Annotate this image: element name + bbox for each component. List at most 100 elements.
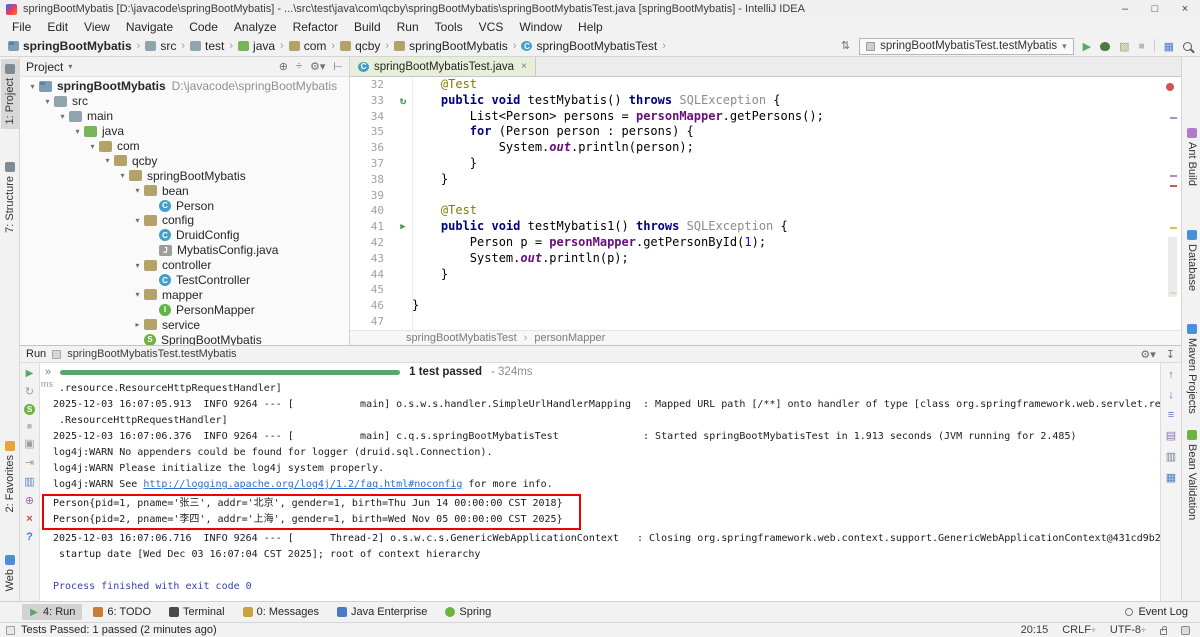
- tree-item-mybatisconfig-java[interactable]: J MybatisConfig.java: [20, 243, 349, 258]
- editor-crumb-member[interactable]: personMapper: [534, 332, 605, 344]
- exit-icon[interactable]: ⇥: [25, 456, 34, 469]
- code-area[interactable]: 32 @Test 33 ↻ public void testMybatis() th…: [350, 77, 1181, 330]
- breadcrumb-springbootmybatistest[interactable]: CspringBootMybatisTest: [521, 39, 657, 53]
- encoding-select[interactable]: UTF-8÷: [1110, 624, 1146, 636]
- menu-item-view[interactable]: View: [76, 18, 118, 36]
- menu-item-help[interactable]: Help: [570, 18, 611, 36]
- toolwindow-toggle-icon[interactable]: [6, 625, 15, 635]
- caret-position[interactable]: 20:15: [1021, 624, 1049, 636]
- tree-item-druidconfig[interactable]: C DruidConfig: [20, 228, 349, 243]
- menu-item-tools[interactable]: Tools: [427, 18, 471, 36]
- menu-item-run[interactable]: Run: [389, 18, 427, 36]
- gear-icon[interactable]: ⚙▾: [310, 60, 325, 73]
- tree-collapse-icon[interactable]: ▾: [86, 142, 99, 151]
- debug-button[interactable]: [1100, 41, 1111, 51]
- code-line-46[interactable]: 46}: [350, 298, 1181, 314]
- stripe-button-maven-projects[interactable]: Maven Projects: [1183, 319, 1200, 419]
- tree-collapse-icon[interactable]: ▾: [131, 216, 144, 225]
- stop-button[interactable]: ■: [27, 421, 32, 431]
- pin-icon[interactable]: ⊕: [25, 494, 34, 507]
- collapse-all-icon[interactable]: ÷: [296, 60, 302, 73]
- menu-item-window[interactable]: Window: [511, 18, 570, 36]
- maximize-button[interactable]: □: [1140, 0, 1170, 18]
- tree-item-testcontroller[interactable]: C TestController: [20, 273, 349, 288]
- menu-item-refactor[interactable]: Refactor: [285, 18, 346, 36]
- stripe-button-ant-build[interactable]: Ant Build: [1183, 123, 1200, 191]
- run-tab-title[interactable]: springBootMybatisTest.testMybatis: [67, 348, 236, 360]
- close-icon[interactable]: ×: [26, 513, 32, 525]
- toolwindow-button-java-enterprise[interactable]: Java Enterprise: [330, 604, 434, 620]
- menu-item-navigate[interactable]: Navigate: [118, 18, 181, 36]
- breadcrumb-test[interactable]: test: [190, 39, 224, 53]
- tree-item-main[interactable]: ▾ main: [20, 109, 349, 124]
- code-line-32[interactable]: 32 @Test: [350, 77, 1181, 93]
- rerun-button[interactable]: ▶: [26, 368, 34, 379]
- scrollbar-thumb[interactable]: [1168, 237, 1177, 297]
- tree-item-config[interactable]: ▾ config: [20, 213, 349, 228]
- code-line-41[interactable]: 41 ▶ public void testMybatis1() throws SQ…: [350, 219, 1181, 235]
- hide-panel-icon[interactable]: ↧: [1166, 348, 1175, 361]
- file-errors-indicator[interactable]: [1166, 83, 1174, 91]
- menu-item-file[interactable]: File: [4, 18, 39, 36]
- tree-collapse-icon[interactable]: ▾: [101, 156, 114, 165]
- line-separator-select[interactable]: CRLF÷: [1062, 624, 1096, 636]
- stripe-button-web[interactable]: Web: [1, 550, 19, 596]
- tree-collapse-icon[interactable]: ▾: [41, 97, 54, 106]
- stop-button[interactable]: ■: [1139, 41, 1145, 52]
- menu-item-edit[interactable]: Edit: [39, 18, 76, 36]
- log4j-faq-link[interactable]: http://logging.apache.org/log4j/1.2/faq.…: [143, 479, 462, 490]
- breadcrumb-src[interactable]: src: [145, 39, 176, 53]
- toolwindow-button-spring[interactable]: Spring: [438, 604, 498, 620]
- coverage-button[interactable]: ▨: [1119, 40, 1129, 53]
- run-test-gutter-icon[interactable]: ▶: [394, 222, 412, 232]
- code-line-34[interactable]: 34 List<Person> persons = personMapper.g…: [350, 109, 1181, 125]
- inspections-icon[interactable]: [1181, 625, 1190, 635]
- code-line-37[interactable]: 37 }: [350, 156, 1181, 172]
- locate-file-icon[interactable]: ⊕: [279, 60, 288, 73]
- code-line-33[interactable]: 33 ↻ public void testMybatis() throws SQL…: [350, 93, 1181, 109]
- tree-item-springbootmybatis[interactable]: ▾ springBootMybatis: [20, 168, 349, 183]
- scroll-down-icon[interactable]: ↓: [1168, 389, 1174, 401]
- rerun-failed-icon[interactable]: ↻: [25, 385, 34, 398]
- run-test-gutter-icon[interactable]: ↻: [394, 95, 412, 106]
- tree-collapse-icon[interactable]: ▾: [131, 290, 144, 299]
- tree-collapse-icon[interactable]: ▾: [116, 171, 129, 180]
- editor-tab-springboot-mybatis-test[interactable]: C springBootMybatisTest.java ×: [350, 57, 536, 76]
- stripe-button-bean-validation[interactable]: Bean Validation: [1183, 425, 1200, 525]
- toolwindow-button-0-messages[interactable]: 0: Messages: [236, 604, 326, 620]
- tree-item-personmapper[interactable]: I PersonMapper: [20, 302, 349, 317]
- scroll-to-end-icon[interactable]: ▤: [1166, 429, 1176, 442]
- stripe-button-1-project[interactable]: 1: Project: [1, 59, 19, 130]
- code-line-36[interactable]: 36 System.out.println(person);: [350, 140, 1181, 156]
- tree-item-springbootmybatis[interactable]: S SpringBootMybatis: [20, 332, 349, 345]
- tree-expand-icon[interactable]: ▸: [131, 320, 144, 329]
- scroll-up-icon[interactable]: ↑: [1168, 369, 1174, 381]
- chevron-down-icon[interactable]: ▾: [68, 62, 72, 71]
- menu-item-code[interactable]: Code: [181, 18, 226, 36]
- toolwindow-button-terminal[interactable]: Terminal: [162, 604, 232, 620]
- tree-item-springbootmybatis[interactable]: ▾ springBootMybatis D:\javacode\springBoot…: [20, 79, 349, 94]
- stripe-button-database[interactable]: Database: [1183, 225, 1200, 296]
- toolwindow-button-6-todo[interactable]: 6: TODO: [86, 604, 158, 620]
- run-button[interactable]: ▶: [1083, 40, 1091, 53]
- tree-item-service[interactable]: ▸ service: [20, 317, 349, 332]
- layout-icon[interactable]: ▦: [1164, 40, 1174, 53]
- close-button[interactable]: ×: [1170, 0, 1200, 18]
- sort-icon[interactable]: ⇅: [841, 40, 850, 52]
- code-line-43[interactable]: 43 System.out.println(p);: [350, 251, 1181, 267]
- tree-item-person[interactable]: C Person: [20, 198, 349, 213]
- lock-icon[interactable]: [1160, 625, 1167, 635]
- tree-item-mapper[interactable]: ▾ mapper: [20, 287, 349, 302]
- code-line-45[interactable]: 45: [350, 282, 1181, 298]
- stripe-button-2-favorites[interactable]: 2: Favorites: [1, 436, 19, 517]
- tree-collapse-icon[interactable]: ▾: [71, 127, 84, 136]
- code-line-38[interactable]: 38 }: [350, 172, 1181, 188]
- expand-test-tree-icon[interactable]: »: [45, 366, 51, 378]
- code-line-42[interactable]: 42 Person p = personMapper.getPersonById…: [350, 235, 1181, 251]
- restore-layout-icon[interactable]: ▥: [24, 475, 34, 488]
- tree-item-java[interactable]: ▾ java: [20, 124, 349, 139]
- tree-item-controller[interactable]: ▾ controller: [20, 258, 349, 273]
- editor-crumb-class[interactable]: springBootMybatisTest: [406, 332, 517, 344]
- tree-item-bean[interactable]: ▾ bean: [20, 183, 349, 198]
- menu-item-analyze[interactable]: Analyze: [226, 18, 285, 36]
